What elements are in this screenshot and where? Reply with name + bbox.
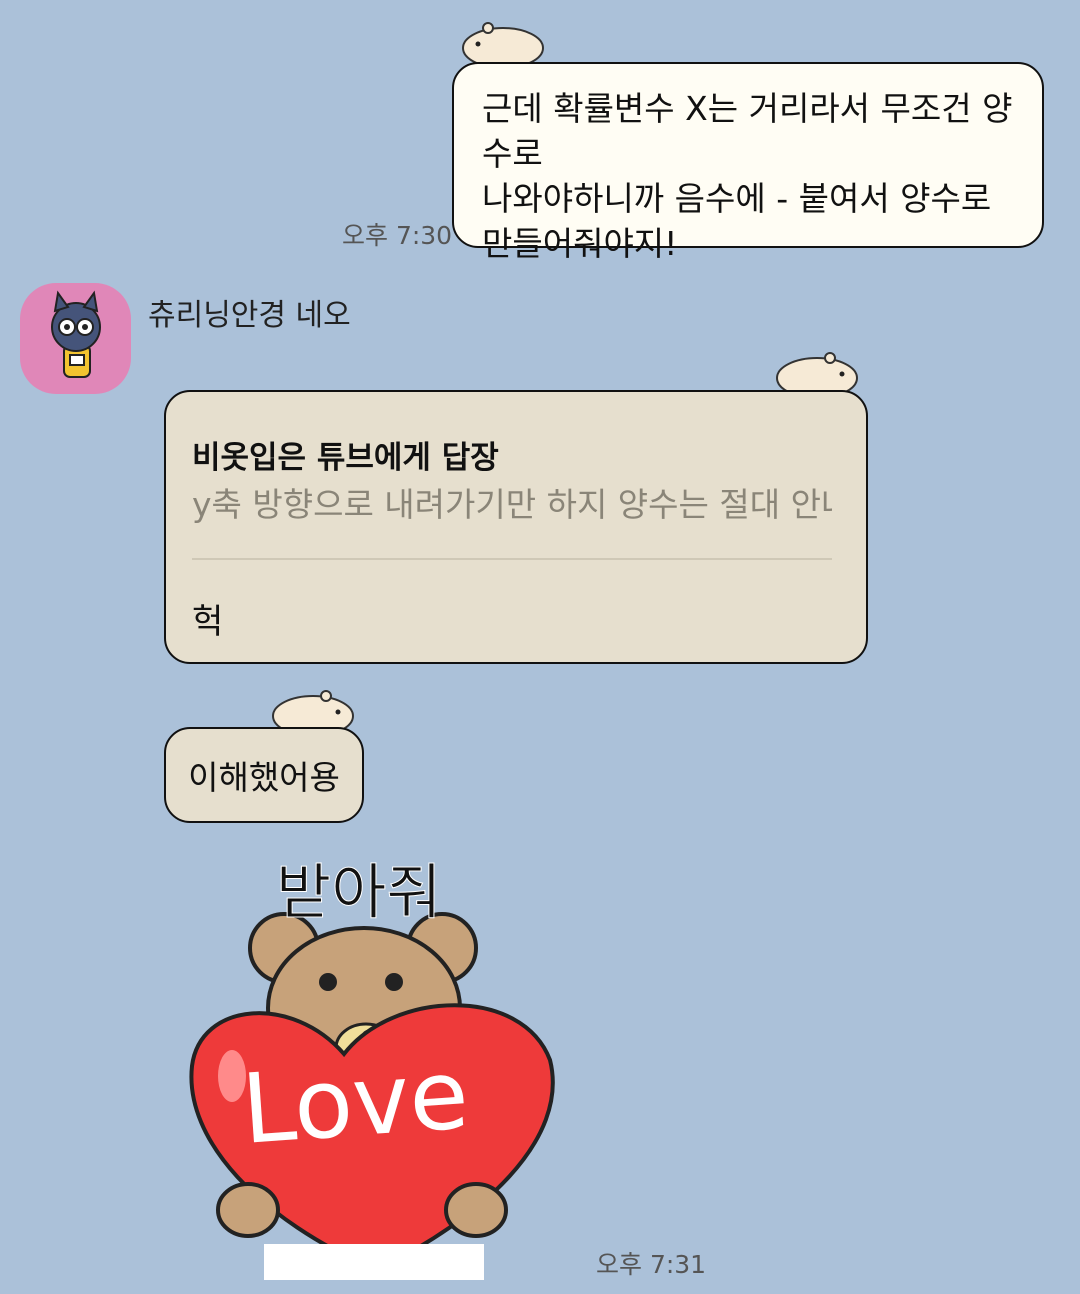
bear-love-sticker[interactable]: 받아줘 Love [180,840,570,1284]
sticker-time: 오후 7:31 [596,1250,707,1279]
sent-message-line-3: 만들어줘야지! [482,224,678,263]
sent-message-line-2: 나와야하니까 음수에 - 붙여서 양수로 [482,179,992,218]
sent-message-bubble[interactable]: 근데 확률변수 X는 거리라서 무조건 양수로 나와야하니까 음수에 - 붙여서… [452,62,1044,263]
sender-name[interactable]: 츄리닝안경 네오 [148,290,351,334]
reply-header: 비옷입은 튜브에게 답장 [192,440,499,476]
avatar[interactable] [20,283,131,394]
reply-message-bubble[interactable]: 비옷입은 튜브에게 답장 y축 방향으로 내려가기만 하지 양수는 절대 안나…… [164,390,868,664]
sent-message-time: 오후 7:30 [342,221,453,250]
sticker-caption: 받아줘 [276,858,443,929]
hamster-icon [462,22,544,68]
sticker-heart-text: Love [238,1038,473,1166]
reply-quote[interactable]: y축 방향으로 내려가기만 하지 양수는 절대 안나… [192,478,832,526]
reply-divider [192,558,832,560]
short-message-bubble[interactable]: 이해했어용 [164,727,364,823]
reply-text: 헉 [192,602,224,642]
sent-message-line-1: 근데 확률변수 X는 거리라서 무조건 양수로 [482,89,1013,173]
avatar-icon [51,290,101,378]
short-message-text: 이해했어용 [188,758,340,797]
